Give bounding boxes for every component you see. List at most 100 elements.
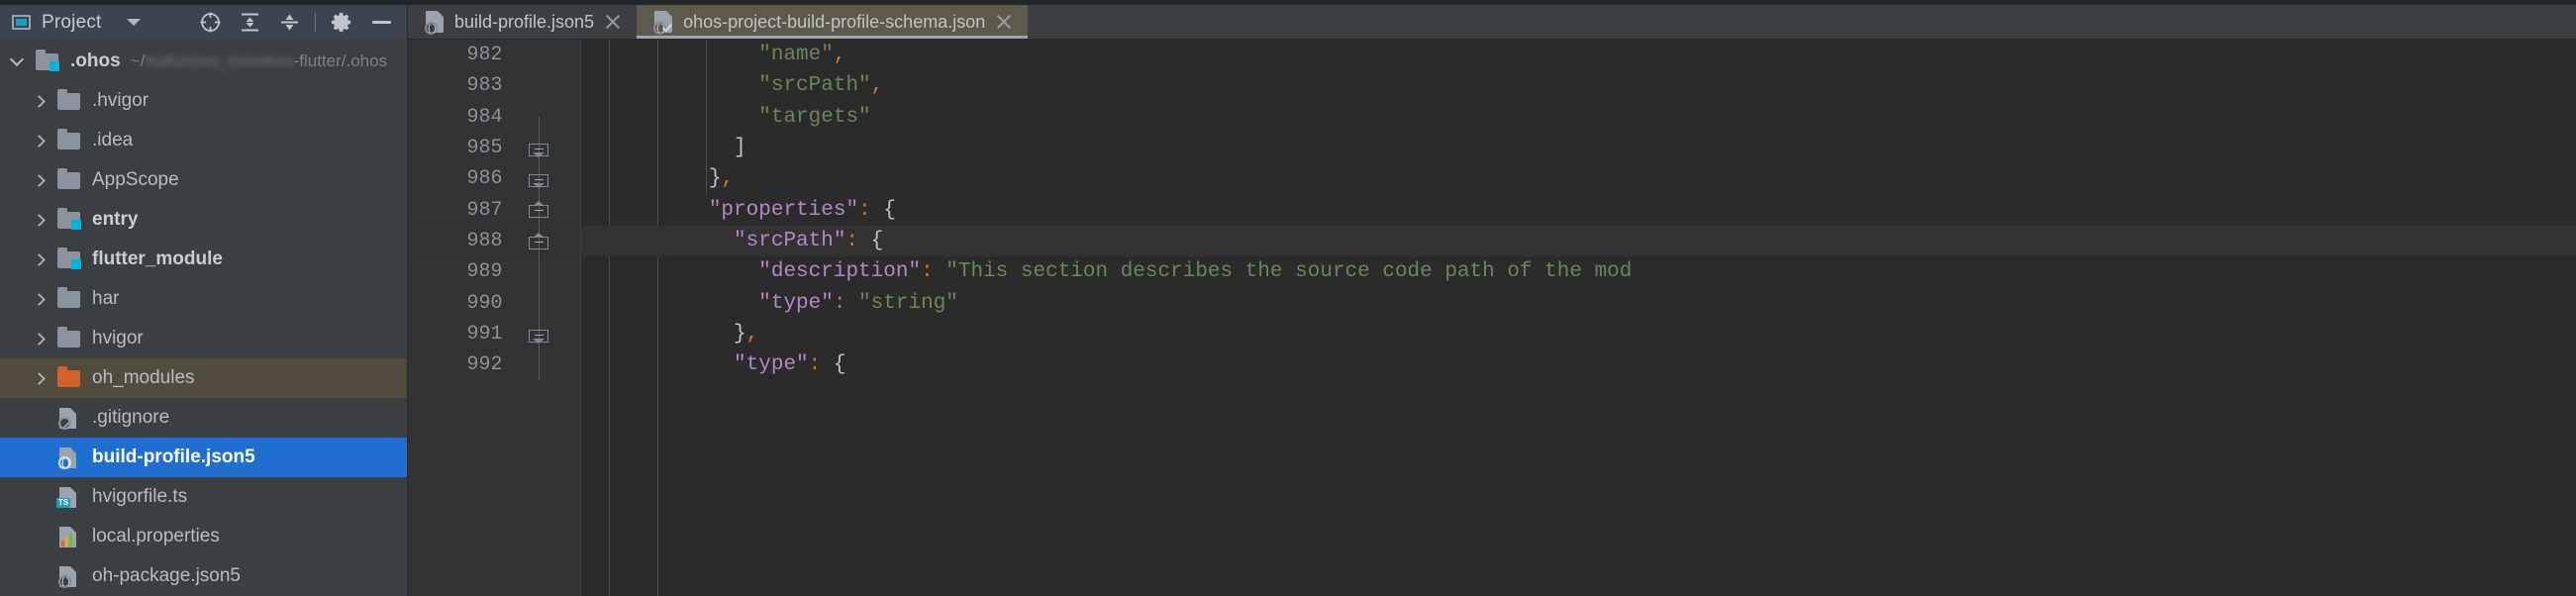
tree-item-hvigorfile-ts[interactable]: TS hvigorfile.ts [0,477,407,517]
tree-item-label: build-profile.json5 [92,447,255,467]
folder-excluded-icon [55,366,85,389]
code-line-text: }, [581,323,758,346]
code-token: ] [734,137,746,160]
fold-column[interactable] [502,256,580,288]
close-icon[interactable] [994,12,1014,32]
code-line-current[interactable]: "srcPath": { [581,225,2576,257]
code-line[interactable]: ] [581,133,2576,163]
code-line[interactable]: "targets" [581,102,2576,133]
tree-item-label: oh_modules [92,367,195,388]
gutter-row: 982 [408,40,580,70]
settings-gear-icon[interactable] [322,5,361,40]
fold-column[interactable] [502,102,580,133]
code-token: } [734,322,746,346]
code-line[interactable]: "properties": { [581,194,2576,225]
tree-item-ohos[interactable]: .ohos ~/huifu/moo_morohos-flutter/.ohos [0,42,407,81]
fold-column[interactable] [502,40,580,70]
close-icon[interactable] [603,12,623,32]
tree-item-label: local.properties [92,526,220,546]
code-token: "properties" [708,198,859,222]
code-line-text: "name", [581,44,845,66]
tree-item-appscope[interactable]: AppScope [0,160,407,200]
tree-item-label: AppScope [92,169,179,190]
tree-item-gitignore[interactable]: .gitignore [0,398,407,438]
folder-module-icon [34,50,63,72]
collapse-all-icon[interactable] [269,5,309,40]
code-token: } [708,167,722,191]
tree-item-flutter-module[interactable]: flutter_module [0,240,407,279]
tree-item-entry[interactable]: entry [0,200,407,240]
tree-item-oh-package-json5[interactable]: {} oh-package.json5 [0,556,407,596]
editor-tabbar: {} build-profile.json5 {} ohos-project-b… [408,5,2576,40]
editor-gutter[interactable]: 982 983 984 985 986 987 988 989 990 991 … [408,40,581,596]
fold-column[interactable] [502,70,580,101]
tree-item-hvigor-dot[interactable]: .hvigor [0,81,407,121]
fold-column[interactable] [502,225,580,257]
fold-column[interactable] [502,348,580,381]
fold-expand-icon[interactable] [529,232,549,249]
folder-icon [55,89,85,112]
tree-item-har[interactable]: har [0,279,407,319]
code-token: : [858,198,871,222]
code-pane[interactable]: 982 983 984 985 986 987 988 989 990 991 … [408,40,2576,596]
chevron-right-icon[interactable] [22,374,55,383]
fold-collapse-icon[interactable] [529,326,549,344]
code-token: : [808,353,822,377]
fold-column[interactable] [502,194,580,226]
tree-item-label: oh-package.json5 [92,565,241,586]
tree-item-local-properties[interactable]: local.properties [0,517,407,556]
code-line[interactable]: }, [581,319,2576,349]
line-number: 982 [466,44,503,67]
code-content[interactable]: "name", "srcPath", "targets" ] }, "prope… [581,40,2576,596]
code-token: "type" [758,291,834,315]
tab-build-profile-json5[interactable]: {} build-profile.json5 [408,5,637,39]
fold-column[interactable] [502,287,580,319]
tree-item-label: hvigor [92,328,144,348]
code-token: "srcPath" [734,229,846,252]
code-line[interactable]: "type": { [581,349,2576,380]
code-token: { [821,353,846,377]
code-token: : [845,229,859,252]
tree-item-build-profile-json5[interactable]: {} build-profile.json5 [0,438,407,477]
chevron-right-icon[interactable] [22,216,55,225]
fold-collapse-icon[interactable] [529,170,549,189]
select-opened-file-icon[interactable] [190,5,230,40]
gutter-row: 986 [408,163,580,195]
code-line[interactable]: "srcPath", [581,70,2576,101]
tree-item-oh-modules[interactable]: oh_modules [0,358,407,398]
code-line[interactable]: "name", [581,40,2576,70]
tree-item-hvigor[interactable]: hvigor [0,319,407,358]
expand-all-icon[interactable] [230,5,269,40]
hide-panel-icon[interactable] [361,5,401,40]
gutter-row: 983 [408,70,580,101]
chevron-right-icon[interactable] [22,137,55,146]
line-number: 986 [466,167,503,191]
fold-column[interactable] [502,163,580,195]
fold-column[interactable] [502,318,580,349]
chevron-right-icon[interactable] [22,176,55,185]
fold-collapse-icon[interactable] [529,140,549,157]
chevron-down-icon[interactable] [0,58,34,64]
file-json-schema-icon: {} [652,10,674,35]
project-panel-title-group[interactable]: Project [12,12,141,34]
fold-expand-icon[interactable] [529,201,549,219]
fold-column[interactable] [502,132,580,164]
chevron-right-icon[interactable] [22,97,55,106]
chevron-down-icon[interactable] [126,19,141,26]
code-line[interactable]: "description": "This section describes t… [581,256,2576,287]
chevron-right-icon[interactable] [22,255,55,264]
chevron-right-icon[interactable] [22,295,55,304]
project-panel-toolbar [190,5,401,40]
toolbar-divider [315,13,316,32]
tab-ohos-project-build-profile-schema-json[interactable]: {} ohos-project-build-profile-schema.jso… [637,5,1029,39]
tree-item-label: .ohos [70,50,121,71]
gutter-row: 990 [408,287,580,319]
chevron-right-icon[interactable] [22,335,55,344]
code-line[interactable]: }, [581,163,2576,194]
code-line[interactable]: "type": "string" [581,287,2576,318]
tree-item-idea[interactable]: .idea [0,121,407,160]
code-line-text: "properties": { [581,199,896,222]
